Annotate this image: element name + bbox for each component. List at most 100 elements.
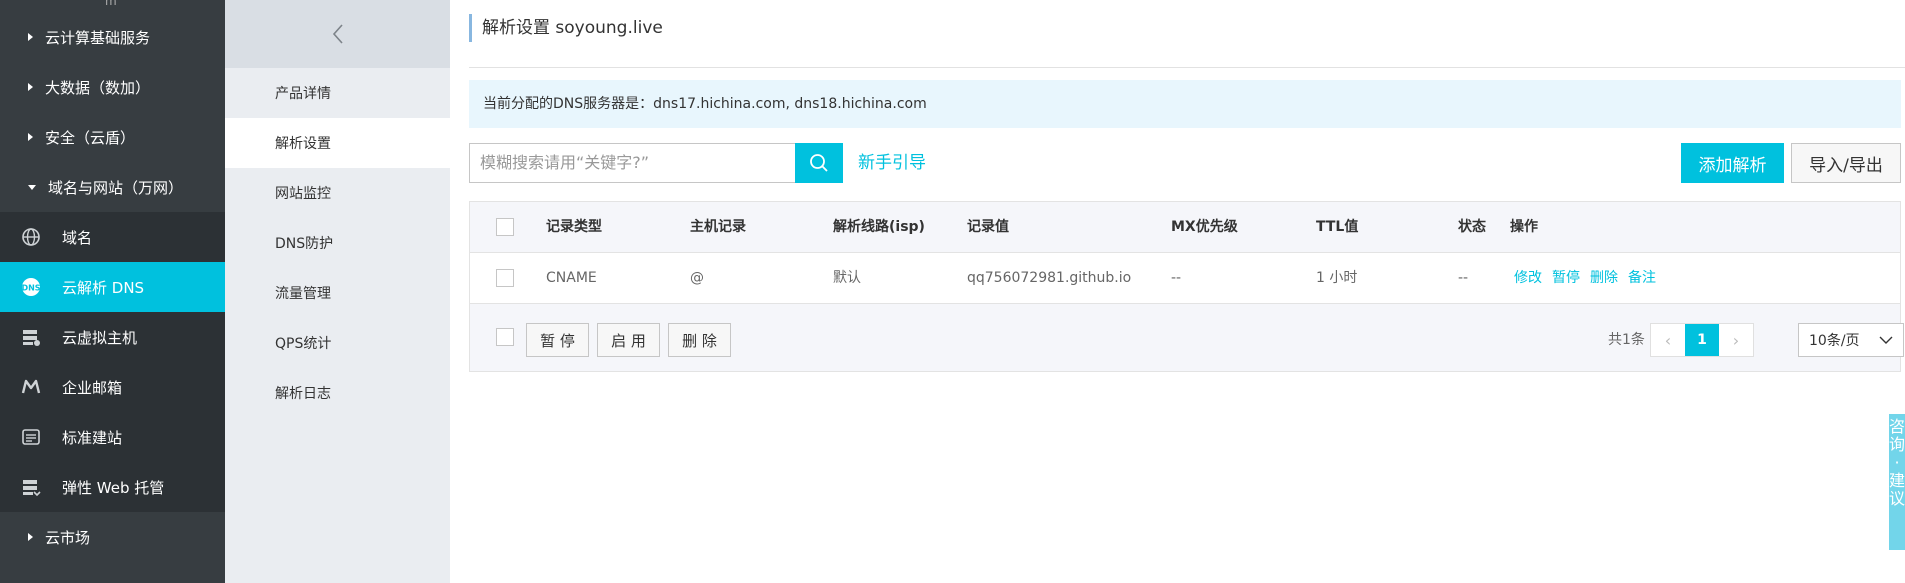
caret-right-icon xyxy=(28,533,33,541)
col-header-host: 主机记录 xyxy=(690,219,746,235)
sidebar-item-enterprise-mail[interactable]: 企业邮箱 xyxy=(0,362,225,412)
sidebar-top-stub: m xyxy=(0,0,225,12)
cell-ops: 修改 暂停 删除 备注 xyxy=(1514,253,1666,303)
search-button[interactable] xyxy=(795,143,843,183)
float-tab-char: 建 xyxy=(1889,471,1905,490)
footer-select-all-checkbox[interactable] xyxy=(496,328,514,346)
float-tab-char: 议 xyxy=(1889,489,1905,508)
cell-value: qq756072981.github.io xyxy=(967,270,1132,286)
cell-host: @ xyxy=(690,270,704,286)
table-header-row: 记录类型 主机记录 解析线路(isp) 记录值 MX优先级 TTL值 状态 操作 xyxy=(470,202,1900,253)
subnav-item-product-detail[interactable]: 产品详情 xyxy=(225,68,450,118)
cell-ttl: 1 小时 xyxy=(1316,270,1358,286)
sidebar-group-label: 安全（云盾） xyxy=(45,128,136,147)
sidebar-group-cloud-basic[interactable]: 云计算基础服务 xyxy=(0,12,225,62)
col-header-status: 状态 xyxy=(1458,219,1486,235)
sidebar-item-label: 标准建站 xyxy=(62,428,123,447)
sidebar-group-bigdata[interactable]: 大数据（数加） xyxy=(0,62,225,112)
next-page-button[interactable]: › xyxy=(1719,324,1753,356)
float-tab-char: 询 xyxy=(1889,435,1905,454)
subnav-item-label: 产品详情 xyxy=(275,86,331,102)
col-header-value: 记录值 xyxy=(967,219,1009,235)
subnav-item-traffic[interactable]: 流量管理 xyxy=(225,268,450,318)
mail-m-icon xyxy=(20,376,42,398)
sidebar-group-marketplace[interactable]: 云市场 xyxy=(0,512,225,562)
subnav-item-label: 网站监控 xyxy=(275,186,331,202)
main-content: 解析设置 soyoung.live 当前分配的DNS服务器是：dns17.hic… xyxy=(450,0,1905,583)
sidebar-item-standard-site[interactable]: 标准建站 xyxy=(0,412,225,462)
cell-mx: -- xyxy=(1171,270,1182,286)
product-subnav: 产品详情 解析设置 网站监控 DNS防护 流量管理 QPS统计 解析日志 xyxy=(225,0,450,583)
caret-right-icon xyxy=(28,83,33,91)
sidebar-group-label: 云市场 xyxy=(45,528,91,547)
server-icon xyxy=(20,326,42,348)
chevron-down-icon xyxy=(1879,336,1893,344)
subnav-item-logs[interactable]: 解析日志 xyxy=(225,368,450,418)
subnav-item-label: DNS防护 xyxy=(275,236,334,252)
caret-right-icon xyxy=(28,33,33,41)
batch-delete-button[interactable]: 删 除 xyxy=(668,323,731,357)
add-record-button[interactable]: 添加解析 xyxy=(1681,143,1784,183)
sidebar-item-label: 云解析 DNS xyxy=(62,278,145,297)
table-row: CNAME @ 默认 qq756072981.github.io -- 1 小时… xyxy=(470,253,1900,304)
col-header-mx: MX优先级 xyxy=(1171,219,1238,235)
subnav-item-label: 流量管理 xyxy=(275,286,331,302)
float-tab-char: 咨 xyxy=(1889,417,1905,436)
edit-link[interactable]: 修改 xyxy=(1514,270,1542,286)
subnav-item-label: QPS统计 xyxy=(275,336,332,352)
sidebar-item-label: 云虚拟主机 xyxy=(62,328,138,347)
page-size-select[interactable]: 10条/页 xyxy=(1798,323,1904,357)
sidebar-item-label: 弹性 Web 托管 xyxy=(62,478,165,497)
select-all-checkbox[interactable] xyxy=(496,218,514,236)
col-header-ops: 操作 xyxy=(1510,219,1538,235)
subnav-item-dns-protect[interactable]: DNS防护 xyxy=(225,218,450,268)
web-hosting-icon xyxy=(20,476,42,498)
row-checkbox[interactable] xyxy=(496,269,514,287)
col-header-type: 记录类型 xyxy=(546,219,602,235)
total-count: 共1条 xyxy=(1608,332,1645,348)
search-input[interactable]: 模糊搜索请用“关键字?” xyxy=(469,143,795,183)
sidebar-item-label: 域名 xyxy=(62,228,93,247)
pause-link[interactable]: 暂停 xyxy=(1552,270,1580,286)
beginner-guide-link[interactable]: 新手引导 xyxy=(858,143,926,183)
cell-status: -- xyxy=(1458,270,1469,286)
sidebar-group-label: 大数据（数加） xyxy=(45,78,151,97)
cell-line: 默认 xyxy=(833,270,861,286)
subnav-item-resolve-settings[interactable]: 解析设置 xyxy=(225,118,450,168)
sidebar-item-web-hosting[interactable]: 弹性 Web 托管 xyxy=(0,462,225,512)
pagination: ‹ 1 › xyxy=(1650,323,1754,357)
subnav-item-qps[interactable]: QPS统计 xyxy=(225,318,450,368)
delete-link[interactable]: 删除 xyxy=(1590,270,1618,286)
subnav-item-label: 解析设置 xyxy=(275,136,331,152)
dns-icon: DNS xyxy=(20,276,42,298)
search-icon xyxy=(810,154,828,172)
current-page[interactable]: 1 xyxy=(1685,324,1719,356)
dns-records-table: 记录类型 主机记录 解析线路(isp) 记录值 MX优先级 TTL值 状态 操作… xyxy=(469,201,1904,372)
cell-type: CNAME xyxy=(546,270,597,286)
chevron-left-icon xyxy=(332,24,343,44)
sidebar-group-security[interactable]: 安全（云盾） xyxy=(0,112,225,162)
sidebar-item-virtual-host[interactable]: 云虚拟主机 xyxy=(0,312,225,362)
sidebar-group-domain-website[interactable]: 域名与网站（万网） xyxy=(0,162,225,212)
table-footer: 暂 停 启 用 删 除 共1条 ‹ 1 › 10条/页 xyxy=(470,304,1904,372)
title-divider xyxy=(469,67,1905,68)
sidebar-item-cloud-dns[interactable]: DNS 云解析 DNS xyxy=(0,262,225,312)
globe-icon xyxy=(20,226,42,248)
remark-link[interactable]: 备注 xyxy=(1628,270,1656,286)
sidebar-item-domain[interactable]: 域名 xyxy=(0,212,225,262)
website-icon xyxy=(20,426,42,448)
import-export-button[interactable]: 导入/导出 xyxy=(1791,143,1901,183)
caret-right-icon xyxy=(28,133,33,141)
caret-down-icon xyxy=(28,184,36,190)
col-header-ttl: TTL值 xyxy=(1316,219,1359,235)
consult-feedback-tab[interactable]: 咨 询 · 建 议 xyxy=(1889,414,1905,550)
main-sidebar: m 云计算基础服务 大数据（数加） 安全（云盾） 域名与网站（万网） 域名 DN… xyxy=(0,0,225,583)
collapse-subnav-button[interactable] xyxy=(225,0,450,68)
page-size-value: 10条/页 xyxy=(1809,333,1860,349)
batch-enable-button[interactable]: 启 用 xyxy=(597,323,660,357)
sidebar-group-label: 云计算基础服务 xyxy=(45,28,151,47)
subnav-item-label: 解析日志 xyxy=(275,386,331,402)
subnav-item-site-monitor[interactable]: 网站监控 xyxy=(225,168,450,218)
batch-pause-button[interactable]: 暂 停 xyxy=(526,323,589,357)
prev-page-button[interactable]: ‹ xyxy=(1651,324,1685,356)
